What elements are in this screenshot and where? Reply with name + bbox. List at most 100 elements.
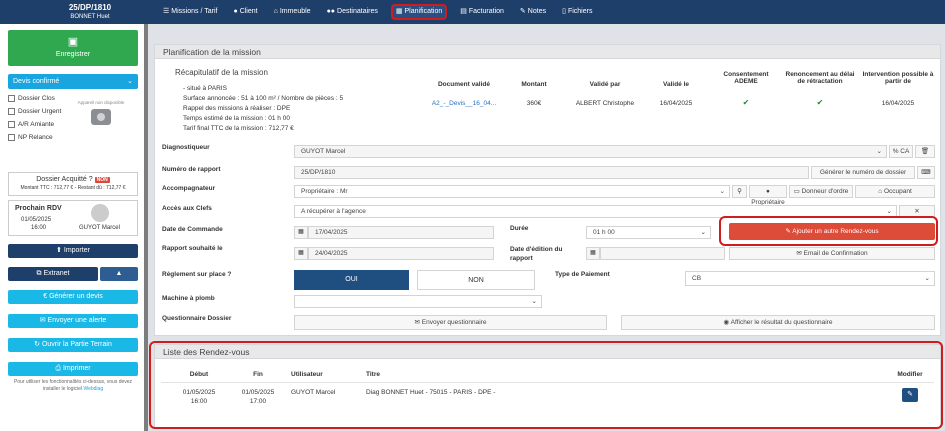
document-link[interactable]: A2_-_Devis__16_04... (423, 100, 505, 107)
proprietaire-button[interactable]: ● Propriétaire (749, 185, 787, 206)
nav-immeuble[interactable]: ⌂ Immeuble (271, 4, 314, 20)
commande-date-input[interactable]: 17/04/2025 (308, 226, 494, 239)
checkbox-box[interactable] (8, 95, 15, 102)
next-rdv-time: 16:00 (31, 225, 47, 231)
send-questionnaire-button[interactable]: ✉ Envoyer questionnaire (294, 315, 607, 330)
checkbox-box[interactable] (8, 121, 15, 128)
nav-label: Client (239, 8, 258, 15)
sidebar-note: Pour utiliser les fonctionnalités ci-des… (6, 379, 140, 393)
delete-button[interactable]: 🗑 (915, 145, 935, 158)
nav-missions-tarif[interactable]: ☰ Missions / Tarif (160, 4, 220, 20)
calendar-icon[interactable]: ▦ (586, 247, 600, 260)
id-card-icon: ▭ (793, 188, 800, 195)
table-header: Montant (521, 81, 547, 88)
ca-button[interactable]: % CA (889, 145, 913, 158)
checkbox-dossier-urgent[interactable]: Dossier Urgent (8, 108, 61, 115)
rapport-input[interactable]: 25/DP/1810 (294, 166, 809, 179)
table-header: Renoncement au délai de rétractation (785, 71, 855, 85)
print-label: Imprimer (62, 365, 91, 372)
envelope-icon: ✉ (39, 317, 46, 324)
donneur-ordre-button[interactable]: ▭ Donneur d'ordre (789, 185, 853, 198)
search-icon: ⚲ (737, 188, 742, 195)
generate-number-label: Générer le numéro de dossier (819, 169, 907, 176)
occupant-button[interactable]: ⌂ Occupant (855, 185, 935, 198)
extranet-upload-button[interactable]: ▲ (100, 267, 138, 281)
table-cell: 16/04/2025 (659, 100, 693, 107)
nav-destinataires[interactable]: ●● Destinataires (324, 4, 381, 20)
invoice-icon: ▤ (460, 8, 467, 15)
nav-label: Immeuble (279, 8, 311, 15)
file-icon: ▯ (562, 8, 566, 15)
camera-icon (91, 109, 111, 125)
next-rdv-user: GUYOT Marcel (79, 225, 120, 231)
user-icon: ● (233, 8, 238, 15)
keyboard-icon: ⌨ (921, 169, 931, 176)
edition-date-input[interactable] (600, 247, 725, 260)
import-button[interactable]: ⬆ Importer (8, 244, 138, 258)
recap-line: - situé à PARIS (183, 85, 227, 92)
recap-title: Récapitulatif de la mission (175, 68, 268, 77)
diagnostiqueur-select[interactable]: GUYOT Marcel ⌄ (294, 145, 887, 158)
reglement-non-button[interactable]: NON (417, 270, 535, 290)
extranet-button[interactable]: ⧉ Extranet (8, 267, 98, 281)
checkbox-box[interactable] (8, 134, 15, 141)
quest-show-label: Afficher le résultat du questionnaire (730, 319, 833, 326)
checkbox-label: A/R Amiante (18, 121, 55, 128)
field-label: Accompagnateur (162, 185, 216, 192)
calendar-icon[interactable]: ▦ (294, 226, 308, 239)
ca-label: % CA (892, 148, 910, 155)
highlight-rdv-list (149, 341, 943, 429)
table-header: Document validé (437, 81, 490, 88)
nav-notes[interactable]: ✎ Notes (517, 4, 549, 20)
recap-line: Temps estimé de la mission : 01 h 00 (183, 115, 290, 122)
email-label: Email de Confirmation (803, 250, 868, 257)
note-text: Pour utiliser les fonctionnalités ci-des… (13, 379, 133, 392)
non-label: NON (468, 277, 484, 284)
nav-planification[interactable]: ▦ Planification (390, 4, 448, 20)
generate-number-button[interactable]: Générer le numéro de dossier (811, 166, 915, 179)
external-icon: ⧉ (36, 270, 42, 277)
nav-facturation[interactable]: ▤ Facturation (457, 4, 507, 20)
keyboard-button[interactable]: ⌨ (917, 166, 935, 179)
planification-panel: Planification de la mission Récapitulati… (154, 44, 941, 336)
oui-label: OUI (345, 276, 358, 283)
reglement-oui-button[interactable]: OUI (294, 270, 409, 290)
machine-select[interactable]: ⌄ (294, 295, 542, 308)
calendar-icon[interactable]: ▦ (294, 247, 308, 260)
checkbox-ar-amiante[interactable]: A/R Amiante (8, 121, 54, 128)
nav-fichiers[interactable]: ▯ Fichiers (559, 4, 595, 20)
alert-label: Envoyer une alerte (47, 317, 107, 324)
recap-line: Surface annoncée : 51 à 100 m² / Nombre … (183, 95, 344, 102)
webdiag-link[interactable]: Webdiag (83, 386, 103, 392)
scrollbar[interactable] (144, 24, 148, 431)
nav-label: Notes (527, 8, 547, 15)
search-button[interactable]: ⚲ (732, 185, 747, 198)
print-button[interactable]: ⎙ Imprimer (8, 362, 138, 376)
print-icon: ⎙ (55, 365, 62, 372)
panel-title: Planification de la mission (155, 45, 940, 59)
trash-icon: 🗑 (920, 148, 930, 155)
euro-icon: € (43, 293, 48, 300)
checkbox-box[interactable] (8, 108, 15, 115)
paiement-select[interactable]: CB ⌄ (685, 271, 935, 286)
checkbox-np-relance[interactable]: NP Relance (8, 134, 53, 141)
nav-client[interactable]: ● Client (230, 4, 260, 20)
users-icon: ●● (326, 8, 336, 15)
list-icon: ☰ (163, 8, 170, 15)
occupant-label: Occupant (883, 188, 912, 195)
status-select[interactable]: Devis confirmé ⌄ (8, 74, 138, 89)
email-confirmation-button[interactable]: ✉ Email de Confirmation (729, 247, 935, 260)
chevron-down-icon: ⌄ (127, 78, 133, 85)
checkbox-dossier-clos[interactable]: Dossier Clos (8, 95, 55, 102)
send-alert-button[interactable]: ✉ Envoyer une alerte (8, 314, 138, 328)
checkbox-label: Dossier Urgent (18, 108, 62, 115)
generate-quote-button[interactable]: € Générer un devis (8, 290, 138, 304)
souhaite-date-input[interactable]: 24/04/2025 (308, 247, 494, 260)
show-questionnaire-button[interactable]: ◉ Afficher le résultat du questionnaire (621, 315, 935, 330)
duree-select[interactable]: 01 h 00 ⌄ (586, 226, 711, 239)
save-button[interactable]: ▣ Enregistrer (8, 30, 138, 66)
nav-label: Destinataires (337, 8, 378, 15)
chevron-down-icon: ⌄ (876, 148, 882, 155)
open-terrain-button[interactable]: ↻ Ouvrir la Partie Terrain (8, 338, 138, 352)
accompagnateur-select[interactable]: Propriétaire : Mr ⌄ (294, 185, 730, 198)
